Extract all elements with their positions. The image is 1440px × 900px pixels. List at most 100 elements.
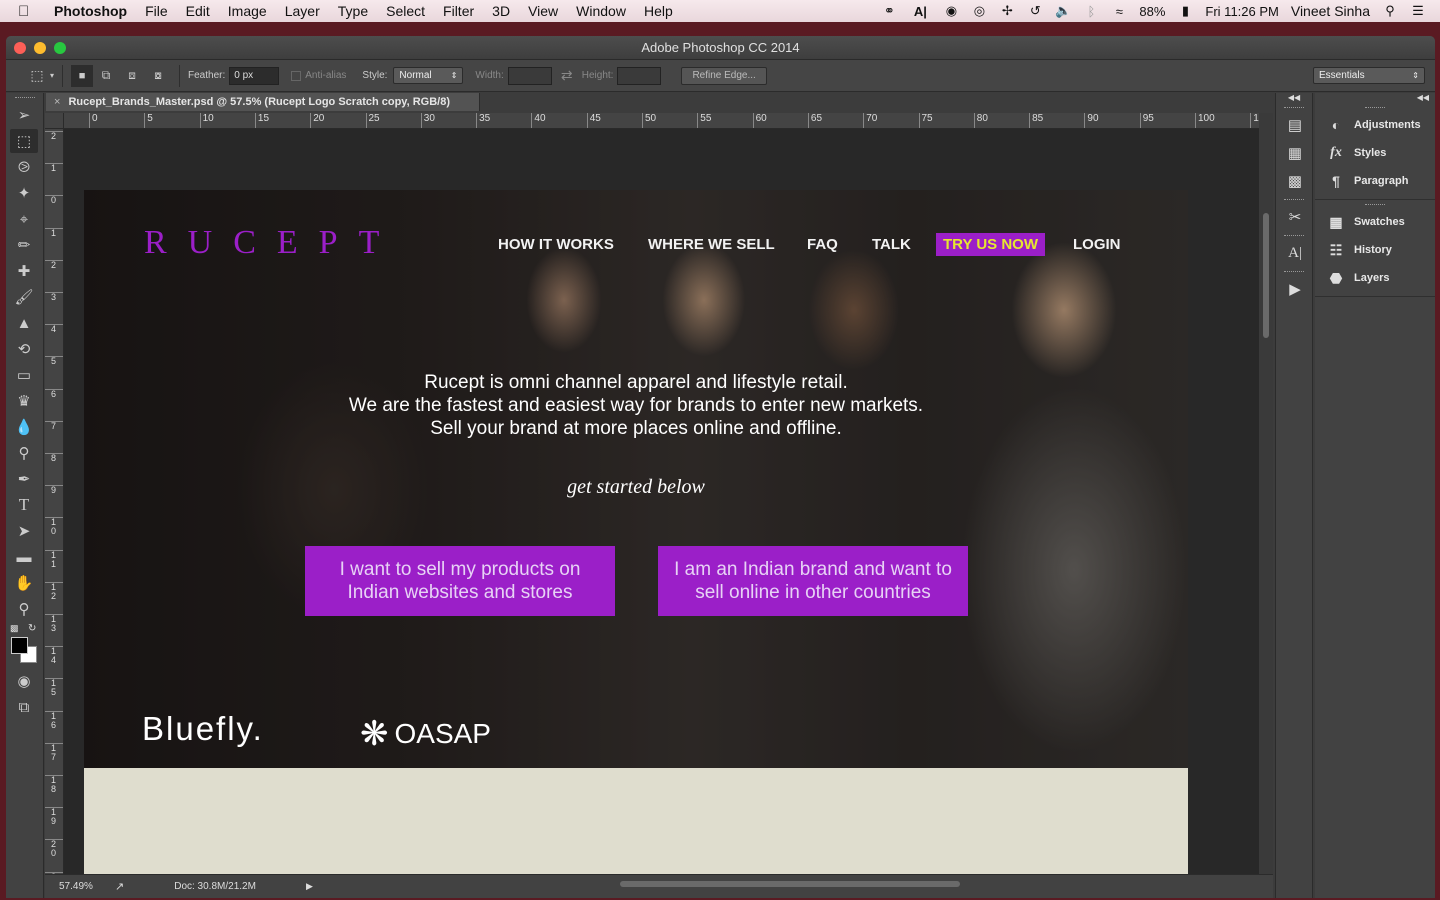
dodge-tool-icon[interactable]: ⚲ — [10, 441, 38, 465]
zoom-window-button[interactable] — [54, 41, 66, 54]
quick-mask-icon[interactable]: ◉ — [10, 669, 38, 693]
nav-try-us-now[interactable]: TRY US NOW — [936, 233, 1046, 256]
notification-center-icon[interactable]: ☰ — [1410, 3, 1426, 18]
eraser-tool-icon[interactable]: ▭ — [10, 363, 38, 387]
menu-view[interactable]: View — [528, 3, 558, 19]
intersect-selection-icon[interactable]: ⧇ — [145, 68, 171, 83]
menu-type[interactable]: Type — [338, 3, 368, 19]
close-document-icon[interactable]: × — [54, 96, 60, 108]
add-selection-icon[interactable]: ⧉ — [93, 68, 119, 83]
move-tool-icon[interactable]: ➢ — [10, 103, 38, 127]
properties-icon[interactable]: ▤ — [1276, 111, 1314, 139]
ruler-origin[interactable] — [45, 113, 64, 129]
panel-grip[interactable] — [1315, 200, 1435, 208]
status-menu-arrow-icon[interactable]: ▶ — [306, 881, 313, 892]
panel-grip[interactable] — [1276, 267, 1312, 275]
clock[interactable]: Fri 11:26 PM — [1205, 4, 1278, 19]
menu-edit[interactable]: Edit — [186, 3, 210, 19]
default-colors-icon[interactable]: ▩ — [10, 623, 19, 634]
broadcast-icon[interactable]: ✢ — [999, 3, 1015, 18]
sell-in-india-button[interactable]: I want to sell my products on Indian web… — [305, 546, 615, 616]
panel-grip[interactable] — [1315, 103, 1435, 111]
panel-paragraph[interactable]: ¶ Paragraph — [1315, 167, 1435, 195]
tool-presets-icon[interactable]: ✂ — [1276, 203, 1314, 231]
panel-grip[interactable] — [1276, 195, 1312, 203]
nav-how-it-works[interactable]: HOW IT WORKS — [498, 236, 614, 253]
actions-play-icon[interactable]: ▶ — [1276, 275, 1314, 303]
nav-talk[interactable]: TALK — [872, 236, 911, 253]
swap-dimensions-icon[interactable]: ⇄ — [552, 67, 582, 84]
menu-layer[interactable]: Layer — [285, 3, 320, 19]
panel-history[interactable]: ☷ History — [1315, 236, 1435, 264]
eyedropper-tool-icon[interactable]: ✏ — [10, 233, 38, 257]
foreground-color-swatch[interactable] — [11, 637, 28, 654]
vertical-scrollbar[interactable] — [1259, 113, 1273, 874]
workspace-select[interactable]: Essentials ⇕ — [1313, 67, 1425, 84]
refine-edge-button[interactable]: Refine Edge... — [681, 66, 767, 85]
screen-mode-icon[interactable]: ⧉ — [10, 695, 38, 719]
rectangle-shape-tool-icon[interactable]: ▬ — [10, 545, 38, 569]
menu-help[interactable]: Help — [644, 3, 673, 19]
channels-icon[interactable]: ▩ — [1276, 167, 1314, 195]
width-input[interactable] — [507, 66, 552, 85]
battery-percent[interactable]: 88% — [1139, 4, 1165, 19]
info-icon[interactable]: ▦ — [1276, 139, 1314, 167]
volume-icon[interactable]: 🔈 — [1055, 3, 1071, 18]
time-machine-icon[interactable]: ↺ — [1027, 3, 1043, 18]
nav-where-we-sell[interactable]: WHERE WE SELL — [648, 236, 775, 253]
panel-grip[interactable] — [1276, 103, 1312, 111]
antialias-checkbox[interactable] — [291, 70, 302, 81]
vertical-ruler[interactable]: 21012345678910111213141516171819202 — [45, 129, 64, 874]
preset-dropdown-arrow-icon[interactable]: ▾ — [50, 71, 54, 80]
doc-size[interactable]: Doc: 30.8M/21.2M — [174, 881, 256, 892]
swap-colors-icon[interactable]: ↻ — [28, 623, 36, 634]
brush-tool-icon[interactable]: 🖌 — [10, 285, 38, 309]
spotlight-search-icon[interactable]: ⚲ — [1382, 3, 1398, 18]
creative-cloud-icon[interactable]: ⚭ — [881, 3, 897, 18]
collapse-arrows-icon[interactable]: ◀◀ — [1276, 93, 1312, 103]
menu-select[interactable]: Select — [386, 3, 425, 19]
canvas-area[interactable]: RUCEPT HOW IT WORKS WHERE WE SELL FAQ TA… — [64, 129, 1259, 874]
menu-app-name[interactable]: Photoshop — [54, 3, 127, 19]
battery-icon[interactable]: ▮ — [1177, 3, 1193, 18]
feather-input[interactable]: 0 px — [229, 66, 280, 85]
new-selection-icon[interactable]: ■ — [71, 64, 94, 87]
nav-login[interactable]: LOGIN — [1073, 236, 1121, 253]
panel-styles[interactable]: fx Styles — [1315, 139, 1435, 167]
circle-status-icon[interactable]: ◎ — [971, 3, 987, 18]
menu-3d[interactable]: 3D — [492, 3, 510, 19]
subtract-selection-icon[interactable]: ⧈ — [119, 68, 145, 83]
artboard[interactable]: RUCEPT HOW IT WORKS WHERE WE SELL FAQ TA… — [84, 190, 1188, 874]
bluetooth-icon[interactable]: ᛒ — [1083, 4, 1099, 19]
panel-grip[interactable] — [6, 93, 43, 101]
panel-swatches[interactable]: ▦ Swatches — [1315, 208, 1435, 236]
type-tool-icon[interactable]: T — [10, 493, 38, 517]
menu-file[interactable]: File — [145, 3, 168, 19]
sell-abroad-button[interactable]: I am an Indian brand and want to sell on… — [658, 546, 968, 616]
panel-grip[interactable] — [1276, 231, 1312, 239]
character-icon[interactable]: A| — [1276, 239, 1314, 267]
horizontal-ruler[interactable]: 0 5 10 15 20 25 30 35 40 45 50 55 60 65 70 75 80 85 90 95 10… — [64, 113, 1259, 129]
share-icon[interactable]: ↗ — [115, 880, 124, 893]
minimize-window-button[interactable] — [34, 41, 46, 54]
style-select[interactable]: Normal ⇕ — [393, 67, 464, 84]
lasso-tool-icon[interactable]: ⧁ — [10, 155, 38, 179]
zoom-level[interactable]: 57.49% — [59, 881, 105, 892]
clone-stamp-tool-icon[interactable]: ▲ — [10, 311, 38, 335]
wifi-icon[interactable]: ≈ — [1111, 4, 1127, 19]
blur-tool-icon[interactable]: 💧 — [10, 415, 38, 439]
nav-faq[interactable]: FAQ — [807, 236, 838, 253]
zoom-tool-icon[interactable]: ⚲ — [10, 597, 38, 621]
paint-bucket-tool-icon[interactable]: ♛ — [10, 389, 38, 413]
user-name[interactable]: Vineet Sinha — [1291, 3, 1370, 19]
document-tab[interactable]: × Rucept_Brands_Master.psd @ 57.5% (Ruce… — [46, 93, 480, 111]
apple-menu-icon[interactable]:  — [18, 3, 38, 20]
panel-adjustments[interactable]: ◐ Adjustments — [1315, 111, 1435, 139]
magic-wand-tool-icon[interactable]: ✦ — [10, 181, 38, 205]
menu-image[interactable]: Image — [228, 3, 267, 19]
vertical-scroll-thumb[interactable] — [1263, 213, 1269, 338]
hand-tool-icon[interactable]: ✋ — [10, 571, 38, 595]
marquee-preset-icon[interactable]: ⬚ — [24, 67, 50, 84]
collapse-panels-icon[interactable]: ◀◀ — [1315, 93, 1435, 103]
path-selection-tool-icon[interactable]: ➤ — [10, 519, 38, 543]
